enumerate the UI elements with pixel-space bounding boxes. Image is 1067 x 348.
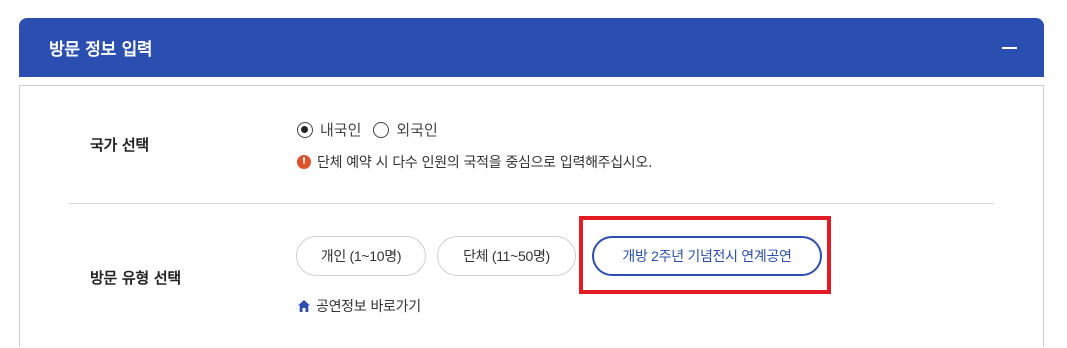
divider (69, 203, 994, 204)
link-text[interactable]: 공연정보 바로가기 (316, 296, 421, 316)
performance-info-link[interactable]: 공연정보 바로가기 (297, 296, 421, 316)
minus-icon[interactable] (1000, 36, 1022, 58)
panel-body: 국가 선택 내국인 외국인 ! 단체 예약 시 다수 인원의 국적을 중심으로 … (19, 85, 1044, 346)
individual-button[interactable]: 개인 (1~10명) (296, 236, 426, 276)
radio-korean[interactable]: 내국인 (297, 119, 361, 140)
group-button[interactable]: 단체 (11~50명) (437, 236, 576, 276)
country-label: 국가 선택 (90, 136, 149, 154)
panel-title: 방문 정보 입력 (49, 40, 153, 60)
radio-checked-icon[interactable] (297, 121, 313, 138)
info-icon: ! (297, 155, 311, 169)
panel-header[interactable]: 방문 정보 입력 (19, 18, 1044, 77)
notice-text: 단체 예약 시 다수 인원의 국적을 중심으로 입력해주십시오. (317, 155, 653, 171)
visit-info-panel: 방문 정보 입력 국가 선택 내국인 외국인 ! 단체 예약 시 다수 인원의 … (19, 18, 1044, 348)
radio-unchecked-icon[interactable] (373, 121, 390, 138)
radio-label: 내국인 (320, 121, 362, 139)
highlight-box (579, 216, 831, 294)
radio-label: 외국인 (396, 121, 438, 139)
country-notice: ! 단체 예약 시 다수 인원의 국적을 중심으로 입력해주십시오. (297, 152, 652, 172)
country-radio-group: 내국인 외국인 (297, 119, 450, 140)
visit-type-label: 방문 유형 선택 (90, 269, 181, 287)
radio-foreigner[interactable]: 외국인 (373, 119, 438, 140)
home-icon (298, 300, 310, 312)
